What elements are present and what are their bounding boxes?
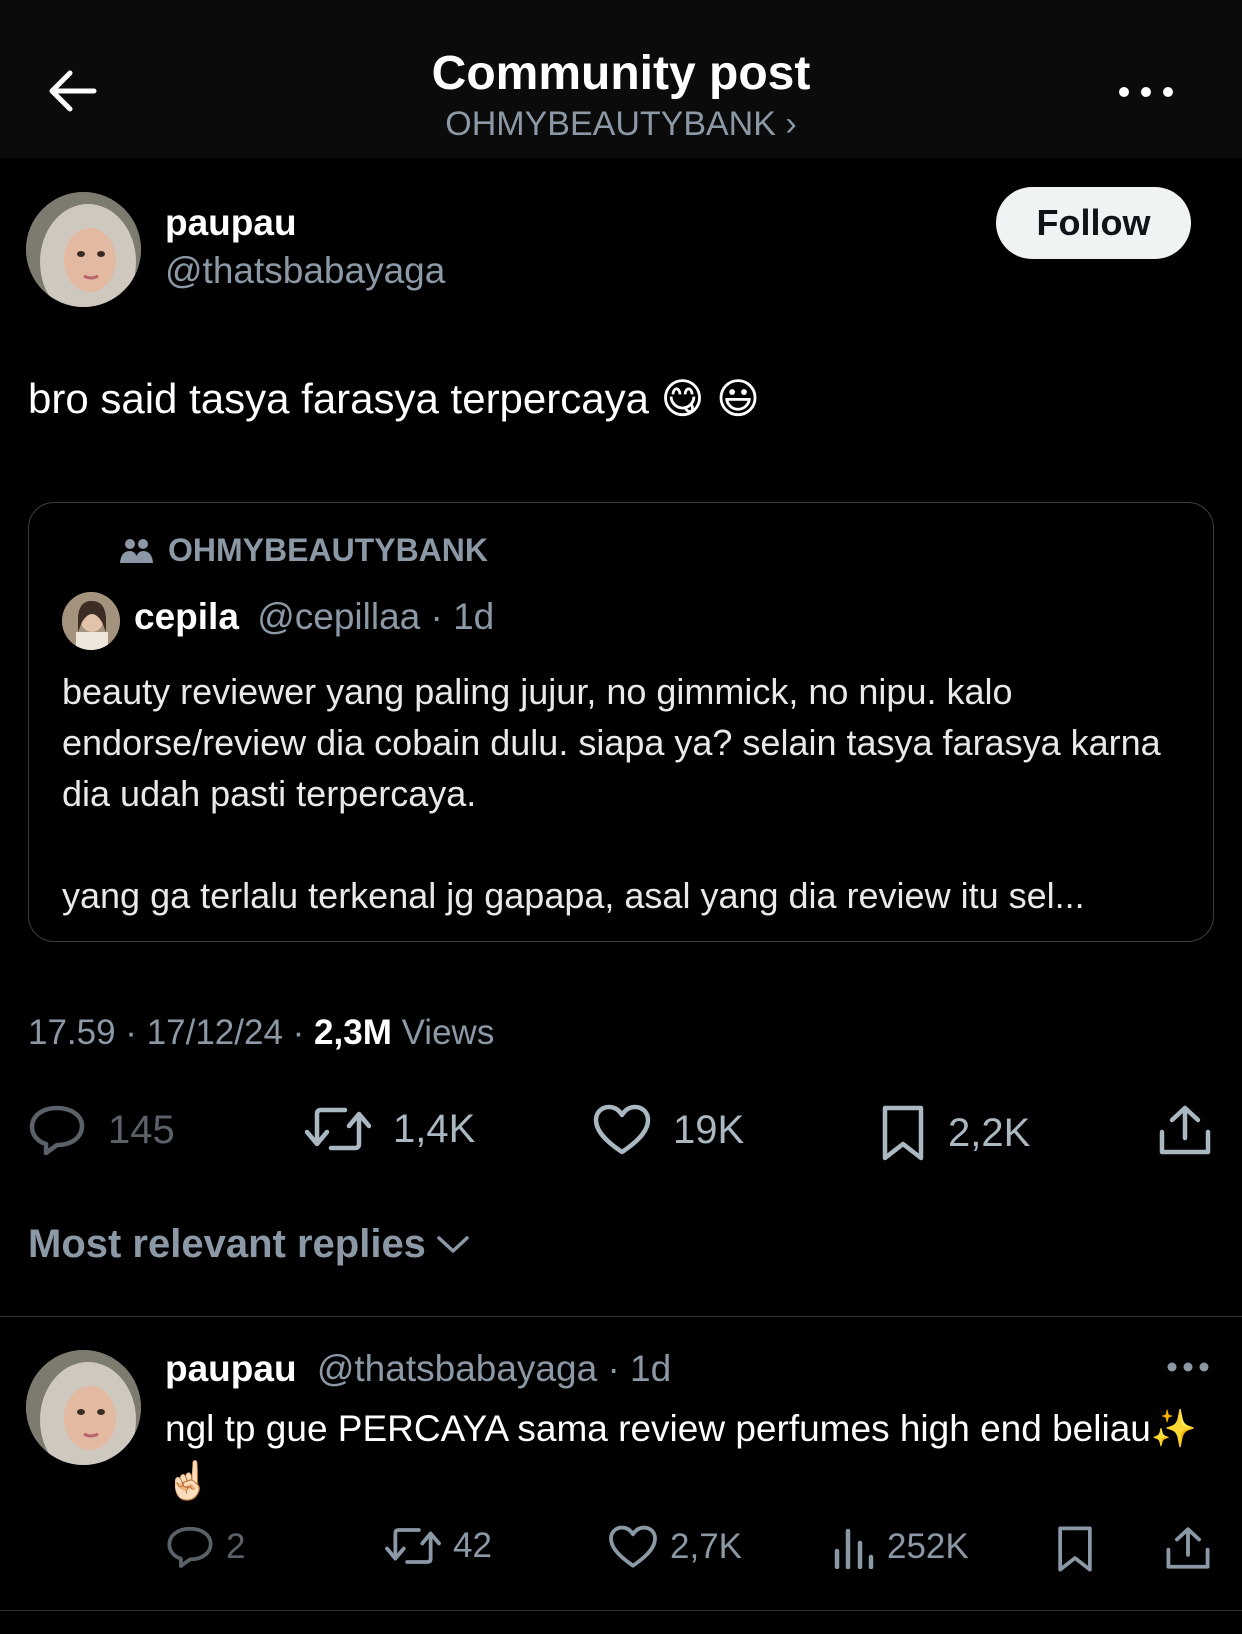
like-count: 19K xyxy=(673,1107,745,1152)
replies-sort-label: Most relevant replies xyxy=(28,1222,426,1266)
reply-text: ngl tp gue PERCAYA sama review perfumes … xyxy=(165,1408,1197,1501)
author-avatar[interactable] xyxy=(26,192,141,307)
heart-icon xyxy=(609,1525,657,1568)
reply-repost-button[interactable]: 42 xyxy=(385,1525,492,1567)
bookmark-count: 2,2K xyxy=(948,1110,1031,1155)
quoted-author-name: cepila xyxy=(134,596,239,637)
like-button[interactable]: 19K xyxy=(593,1104,744,1156)
reply-author-handle[interactable]: @thatsbabayaga xyxy=(317,1348,597,1389)
heart-icon xyxy=(593,1104,651,1155)
reply-share-icon[interactable] xyxy=(1165,1525,1211,1571)
reply-like-button[interactable]: 2,7K xyxy=(608,1525,742,1569)
reply-icon xyxy=(29,1105,85,1156)
community-icon xyxy=(120,538,153,563)
reply-count: 145 xyxy=(108,1107,175,1152)
bookmark-button[interactable]: 2,2K xyxy=(880,1104,1030,1162)
author-handle[interactable]: @thatsbabayaga xyxy=(165,250,445,292)
divider xyxy=(0,1316,1242,1317)
reply-bookmark-icon[interactable] xyxy=(1056,1525,1094,1573)
reply-views-count: 252K xyxy=(887,1527,969,1566)
community-link[interactable]: OHMYBEAUTYBANK › xyxy=(0,105,1242,144)
reply-views-button[interactable]: 252K xyxy=(833,1525,969,1569)
quoted-community-name: OHMYBEAUTYBANK xyxy=(168,532,488,568)
share-icon[interactable] xyxy=(1158,1104,1212,1156)
reply-icon xyxy=(167,1526,213,1568)
reply-time: · 1d xyxy=(607,1348,672,1389)
reply-button[interactable]: 145 xyxy=(28,1104,175,1156)
reply-reply-count: 2 xyxy=(226,1527,246,1566)
quoted-time: · 1d xyxy=(430,596,495,637)
author-name[interactable]: paupau xyxy=(165,202,297,244)
replies-sort-dropdown[interactable]: Most relevant replies xyxy=(28,1222,470,1267)
chevron-down-icon xyxy=(437,1235,469,1253)
reply-more-options-icon[interactable] xyxy=(1166,1358,1210,1376)
quoted-community[interactable]: OHMYBEAUTYBANK xyxy=(120,532,488,569)
divider xyxy=(0,1610,1242,1611)
post-timestamp: 17.59 · 17/12/24 · xyxy=(28,1013,315,1052)
reply-repost-count: 42 xyxy=(453,1526,492,1565)
repost-count: 1,4K xyxy=(393,1106,476,1151)
views-label: Views xyxy=(401,1013,495,1052)
page-title: Community post xyxy=(431,47,811,100)
post-meta: 17.59 · 17/12/24 · 2,3M Views xyxy=(28,1013,494,1053)
views-count: 2,3M xyxy=(314,1013,392,1052)
repost-button[interactable]: 1,4K xyxy=(305,1104,475,1154)
quoted-author-handle: @cepillaa xyxy=(257,596,421,637)
quoted-text: beauty reviewer yang paling jujur, no gi… xyxy=(62,671,1161,916)
repost-icon xyxy=(305,1107,371,1151)
reply-author-name[interactable]: paupau xyxy=(165,1348,297,1389)
repost-icon xyxy=(385,1528,441,1564)
reply-like-count: 2,7K xyxy=(670,1527,742,1566)
bookmark-icon xyxy=(882,1105,924,1161)
reply-author-line: paupau @thatsbabayaga · 1d xyxy=(165,1348,671,1390)
quoted-author-avatar xyxy=(62,592,120,650)
reply-reply-button[interactable]: 2 xyxy=(166,1525,245,1569)
top-bar: Community post OHMYBEAUTYBANK › xyxy=(0,0,1242,158)
follow-button[interactable]: Follow xyxy=(996,187,1191,259)
reply-author-avatar[interactable] xyxy=(26,1350,141,1465)
more-options-icon[interactable] xyxy=(1116,80,1176,104)
quoted-author-line: cepila @cepillaa · 1d xyxy=(134,596,494,638)
post-text: bro said tasya farasya terpercaya 😋 😃 xyxy=(28,375,760,422)
views-chart-icon xyxy=(834,1528,874,1569)
